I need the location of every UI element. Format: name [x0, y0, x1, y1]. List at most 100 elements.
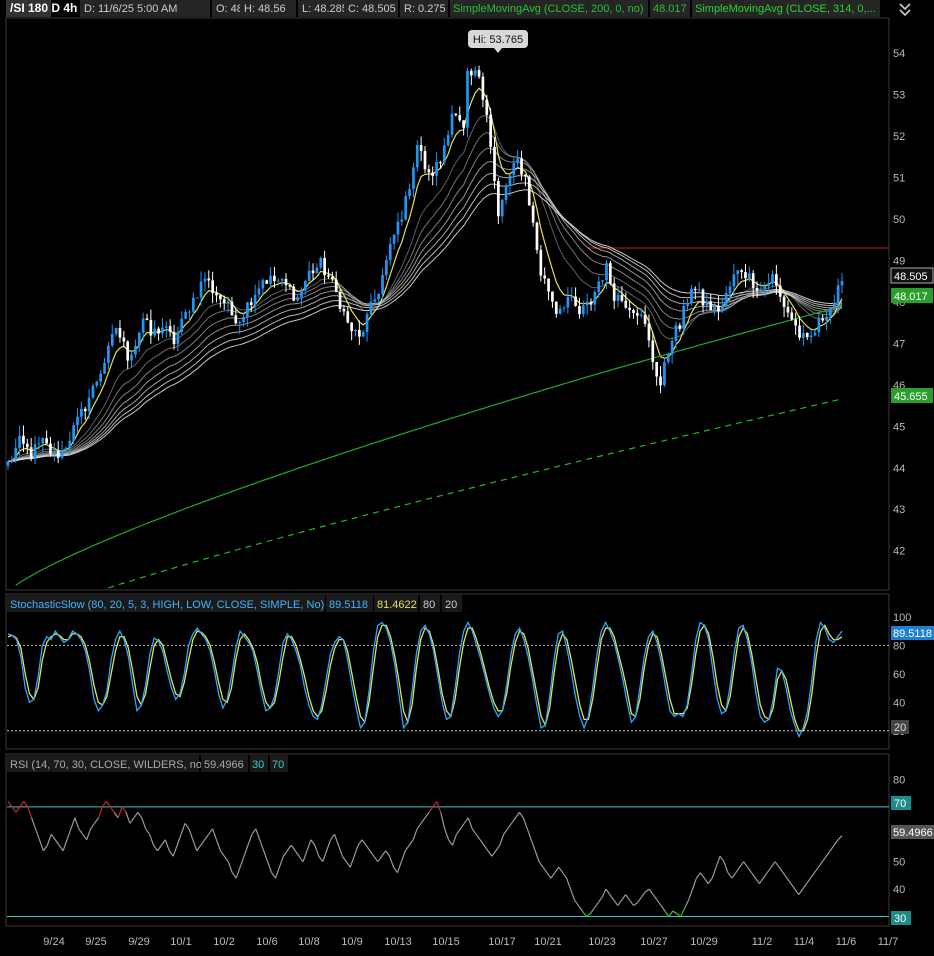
candle-body — [439, 162, 442, 164]
candle-body — [489, 114, 492, 147]
candle-body — [110, 333, 114, 346]
candle-body — [836, 285, 840, 304]
candle-body — [682, 305, 686, 329]
candle-body — [751, 273, 755, 289]
candle-body — [385, 260, 388, 276]
candle-body — [99, 373, 103, 382]
candle-body — [744, 272, 747, 279]
candle-body — [543, 275, 547, 279]
candle-body — [149, 319, 153, 336]
stoch-level-20: 20 — [445, 599, 457, 611]
candle-body — [485, 99, 489, 115]
candle-body — [207, 278, 211, 281]
candle-body — [226, 301, 230, 304]
candle-body — [373, 299, 377, 302]
candle-body — [713, 305, 716, 311]
svg-text:89.5118: 89.5118 — [893, 628, 932, 640]
candle-body — [585, 301, 589, 306]
candle-body — [620, 294, 624, 301]
candle-body — [234, 315, 238, 324]
stoch-title: StochasticSlow (80, 20, 5, 3, HIGH, LOW,… — [10, 599, 324, 611]
candle-body — [296, 296, 299, 301]
candle-body — [249, 302, 253, 305]
candle-body — [535, 222, 539, 250]
last-price-badge: 48.505 — [890, 267, 934, 284]
candle-body — [674, 325, 678, 341]
candle-body — [639, 314, 643, 316]
candle-body — [697, 289, 701, 291]
candle-body — [400, 219, 404, 222]
candle-body — [809, 335, 813, 338]
price-tick-label: 43 — [893, 504, 905, 516]
candle-body — [813, 332, 817, 336]
time-tick-label: 10/23 — [588, 936, 616, 948]
candle-body — [442, 145, 446, 163]
rsi-value-badge: 59.4966 — [891, 825, 934, 839]
time-tick-label: 10/27 — [640, 936, 668, 948]
candle-body — [292, 286, 296, 301]
candle-body — [41, 438, 45, 444]
candle-body — [624, 300, 628, 308]
candle-body — [22, 435, 25, 444]
candle-body — [137, 332, 141, 347]
candle-body — [95, 381, 99, 386]
candle-body — [369, 301, 373, 315]
header-bar: /SI 180 D 4h D: 11/6/25 5:00 AM O: 48.42… — [6, 0, 911, 17]
candle-body — [709, 301, 713, 311]
candle-body — [531, 205, 535, 223]
stoch-k-value: 89.5118 — [329, 599, 368, 611]
date-label: D: 11/6/25 5:00 AM — [84, 3, 177, 15]
candle-body — [323, 258, 326, 276]
candle-body — [778, 285, 782, 297]
candle-body — [242, 316, 245, 323]
range-label: R: 0.275 — [404, 3, 446, 15]
candle-body — [608, 263, 612, 284]
candle-body — [107, 345, 110, 363]
candle-body — [276, 280, 280, 282]
candle-body — [18, 435, 21, 448]
candle-body — [222, 299, 226, 304]
candle-body — [87, 397, 91, 412]
sma314-price-badge: 45.655 — [891, 388, 933, 403]
candle-body — [612, 283, 616, 301]
time-tick-label: 11/2 — [752, 936, 773, 948]
candle-body — [732, 274, 736, 287]
stoch-20-badge: 20 — [891, 720, 909, 734]
candle-body — [330, 276, 334, 280]
svg-text:30: 30 — [894, 913, 906, 925]
candle-body — [269, 275, 272, 284]
svg-text:Hi: 53.765: Hi: 53.765 — [473, 34, 523, 46]
candle-body — [817, 318, 821, 333]
sma200-price-badge: 48.017 — [891, 288, 933, 303]
price-tick-label: 47 — [893, 338, 905, 350]
candle-body — [346, 311, 350, 323]
candle-body — [724, 293, 728, 306]
stoch-d-value: 81.4622 — [377, 599, 417, 611]
candle-body — [527, 176, 531, 206]
candle-body — [427, 169, 431, 173]
candle-body — [284, 278, 288, 286]
candle-body — [211, 280, 214, 294]
candle-body — [666, 354, 670, 363]
candle-body — [794, 319, 798, 326]
candle-body — [52, 451, 56, 454]
rsi-level-30: 30 — [252, 759, 264, 771]
candle-body — [578, 305, 581, 315]
price-tick-label: 45 — [893, 421, 905, 433]
time-tick-label: 10/9 — [341, 936, 362, 948]
candle-body — [300, 290, 303, 297]
candle-body — [203, 278, 207, 282]
candle-body — [469, 70, 473, 76]
time-tick-label: 10/6 — [256, 936, 277, 948]
stoch-tick-label: 60 — [893, 669, 905, 681]
rsi-value: 59.4966 — [204, 759, 244, 771]
candle-body — [481, 76, 485, 100]
time-tick-label: 10/2 — [213, 936, 234, 948]
candle-body — [720, 305, 724, 312]
rsi-level-70: 70 — [272, 759, 284, 771]
candle-body — [574, 296, 577, 306]
candle-body — [473, 70, 477, 76]
candle-body — [60, 450, 64, 458]
time-tick-label: 11/4 — [794, 936, 815, 948]
candle-body — [361, 332, 365, 337]
